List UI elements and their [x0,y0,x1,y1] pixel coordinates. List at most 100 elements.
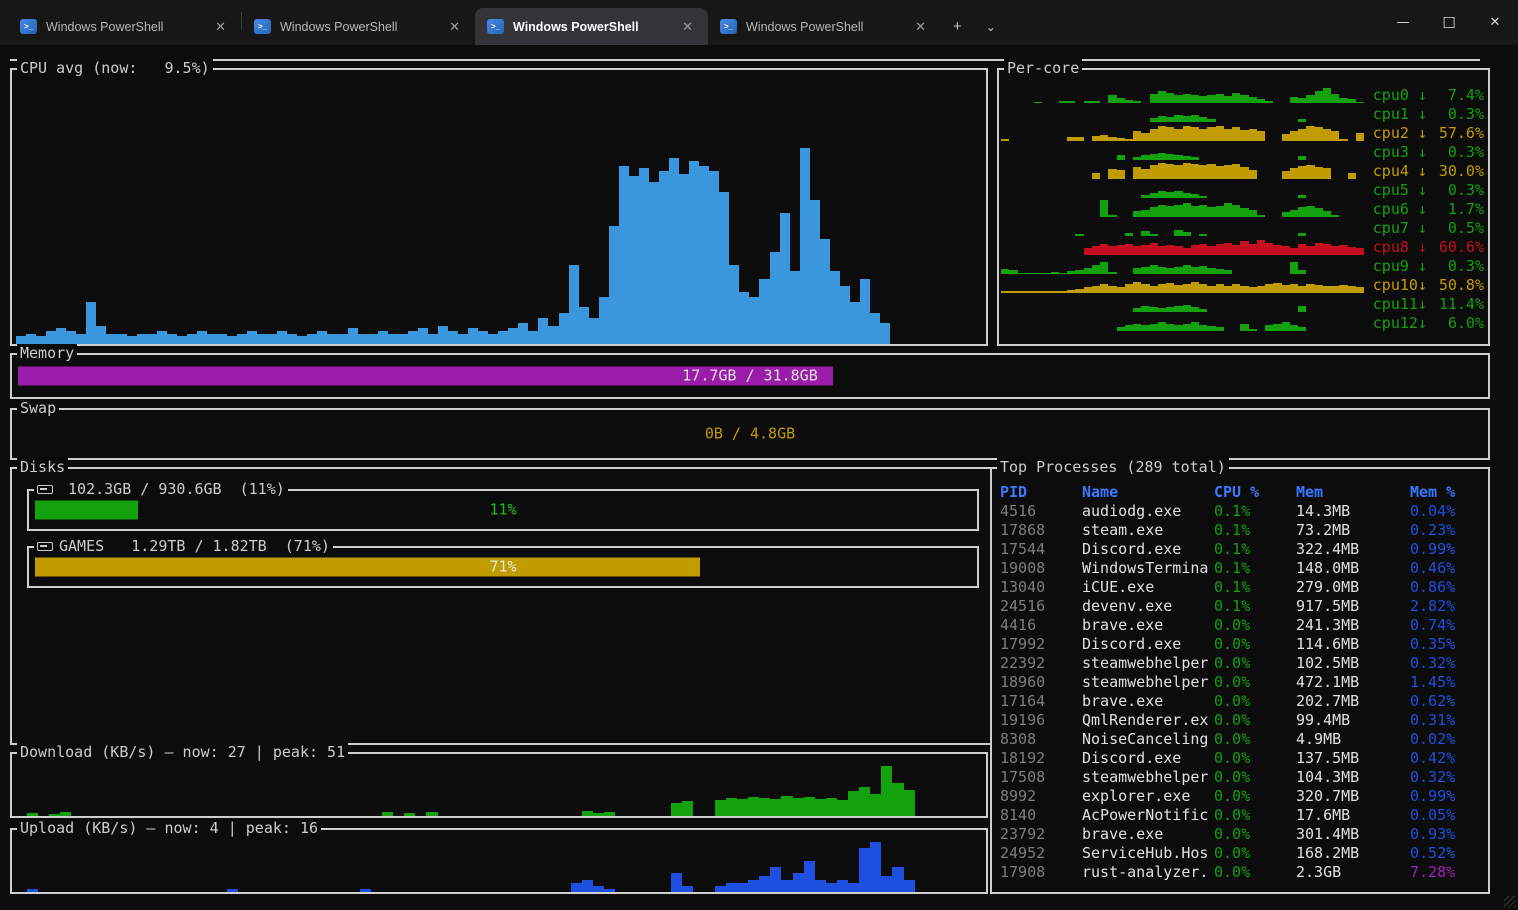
table-row[interactable]: 17164brave.exe0.0%202.7MB0.62% [1000,692,1484,711]
sparkline-bar [1224,203,1232,217]
sparkline-bar [1001,139,1009,141]
sparkline-bar [1174,285,1182,293]
column-header-pid[interactable]: PID [1000,483,1082,502]
cell: 4416 [1000,616,1082,635]
sparkline-bar [1166,324,1174,331]
upload-chart [16,842,982,892]
table-row[interactable]: 19008WindowsTermina0.1%148.0MB0.46% [1000,559,1484,578]
tab-2[interactable]: >_Windows PowerShell✕ [242,8,475,45]
chart-bar [76,334,86,344]
sparkline-bar [1191,115,1199,122]
column-header-mem-[interactable]: Mem % [1410,483,1476,502]
tab-close-icon[interactable]: ✕ [210,19,231,35]
table-row[interactable]: 23792brave.exe0.0%301.4MB0.93% [1000,825,1484,844]
minimize-button[interactable]: — [1380,0,1426,45]
table-row[interactable]: 4516audiodg.exe0.1%14.3MB0.04% [1000,502,1484,521]
table-row[interactable]: 17544Discord.exe0.1%322.4MB0.99% [1000,540,1484,559]
sparkline-bar [1084,248,1092,255]
cell: 0.74% [1410,616,1476,635]
sparkline-bar [1306,206,1314,217]
tab-4[interactable]: >_Windows PowerShell✕ [708,8,941,45]
disk-gauge-label: 71% [35,558,971,576]
chart-bar [582,880,593,893]
column-header-cpu-[interactable]: CPU % [1214,483,1296,502]
sparkline-bar [1034,291,1042,293]
table-row[interactable]: 8140AcPowerNotific0.0%17.6MB0.05% [1000,806,1484,825]
chart-bar [338,334,348,344]
new-tab-button[interactable]: + [941,8,974,45]
cell: 0.1% [1214,578,1296,597]
table-row[interactable]: 18192Discord.exe0.0%137.5MB0.42% [1000,749,1484,768]
sparkline-bar [1298,233,1306,236]
chart-bar [137,334,147,344]
cell: Discord.exe [1082,635,1214,654]
chart-bar [850,302,860,344]
sparkline-bar [1207,164,1215,179]
table-row[interactable]: 17908rust-analyzer.0.0%2.3GB7.28% [1000,863,1484,882]
sparkline-bar [1290,210,1298,217]
sparkline-bar [1166,283,1174,293]
chart-bar [448,331,458,344]
chart-bar [719,192,729,344]
table-row[interactable]: 17508steamwebhelper0.0%104.3MB0.32% [1000,768,1484,787]
sparkline-bar [1174,306,1182,312]
tab-close-icon[interactable]: ✕ [677,19,698,35]
table-row[interactable]: 24516devenv.exe0.1%917.5MB2.82% [1000,597,1484,616]
cell: 24952 [1000,844,1082,863]
chart-bar [66,331,76,344]
column-header-mem[interactable]: Mem [1296,483,1410,502]
cell: 8140 [1000,806,1082,825]
column-header-name[interactable]: Name [1082,483,1214,502]
chart-bar [36,336,46,344]
sparkline-bar [1207,127,1215,141]
chart-bar [116,334,126,344]
table-row[interactable]: 13040iCUE.exe0.1%279.0MB0.86% [1000,578,1484,597]
cell: 17544 [1000,540,1082,559]
chart-bar [726,798,737,816]
chart-bar [227,889,238,892]
sparkline-bar [1323,129,1331,141]
chart-bar [368,334,378,344]
sparkline-bar [1224,165,1232,179]
sparkline-bar [1100,200,1108,217]
header-rule [10,59,1480,61]
resize-grip[interactable] [1504,896,1516,908]
tab-close-icon[interactable]: ✕ [444,19,465,35]
chart-bar [800,148,810,345]
maximize-button[interactable]: ☐ [1426,0,1472,45]
sparkline-bar [1339,285,1347,293]
sparkline-bar [1348,173,1356,179]
table-row[interactable]: 22392steamwebhelper0.0%102.5MB0.32% [1000,654,1484,673]
tab-1[interactable]: >_Windows PowerShell✕ [8,8,241,45]
table-row[interactable]: 17992Discord.exe0.0%114.6MB0.35% [1000,635,1484,654]
chart-bar [759,798,770,816]
cell: 0.0% [1214,730,1296,749]
sparkline-bar [1108,215,1116,217]
close-button[interactable]: ✕ [1472,0,1518,45]
powershell-icon: >_ [487,19,504,34]
table-row[interactable]: 8992explorer.exe0.0%320.7MB0.99% [1000,787,1484,806]
tab-close-icon[interactable]: ✕ [910,19,931,35]
sparkline-bar [1150,118,1158,122]
table-row[interactable]: 17868steam.exe0.1%73.2MB0.23% [1000,521,1484,540]
sparkline-bar [1084,287,1092,293]
table-row[interactable]: 8308NoiseCanceling0.0%4.9MB0.02% [1000,730,1484,749]
table-row[interactable]: 19196QmlRenderer.ex0.0%99.4MB0.31% [1000,711,1484,730]
tab-3[interactable]: >_Windows PowerShell✕ [475,8,708,45]
sparkline-bar [1141,245,1149,255]
tab-dropdown-chevron-icon[interactable]: ⌄ [974,8,1008,45]
sparkline-bar [1216,284,1224,293]
cell: 0.99% [1410,787,1476,806]
sparkline-bar [1199,309,1207,312]
table-row[interactable]: 24952ServiceHub.Hos0.0%168.2MB0.52% [1000,844,1484,863]
sparkline-bar [1092,173,1100,179]
sparkline-bar [1075,289,1083,293]
sparkline-bar [1001,269,1009,274]
sparkline-bar [1298,286,1306,293]
chart-bar [749,297,759,344]
table-row[interactable]: 4416brave.exe0.0%241.3MB0.74% [1000,616,1484,635]
chart-bar [593,813,604,816]
core-label: cpu12↓ 6.0% [1366,314,1484,332]
table-row[interactable]: 18960steamwebhelper0.0%472.1MB1.45% [1000,673,1484,692]
chart-bar [458,334,468,344]
